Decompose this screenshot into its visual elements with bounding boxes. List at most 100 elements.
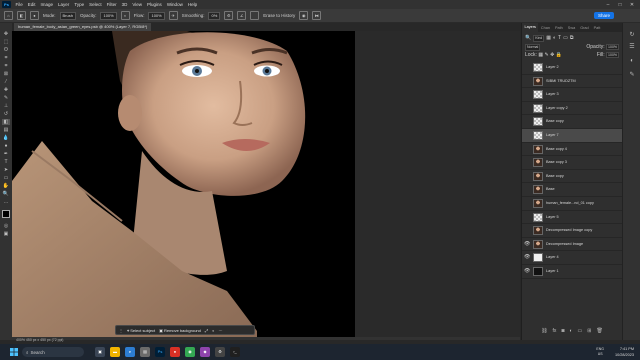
panel-tab-grad[interactable]: Grad — [578, 26, 591, 30]
layer-row[interactable]: Layer copy 2 — [522, 102, 622, 116]
smoothing-field[interactable]: 0% — [208, 11, 221, 20]
filter-adjustment-icon[interactable]: ◐ — [553, 35, 556, 41]
layer-row[interactable]: Base copy — [522, 170, 622, 184]
menu-item-3d[interactable]: 3D — [119, 2, 130, 7]
visibility-eye-icon[interactable]: 👁 — [524, 255, 530, 260]
panel-tab-patt[interactable]: Patt — [591, 26, 603, 30]
healing-brush-tool-icon[interactable]: ✚ — [2, 87, 10, 93]
panel-tab-swa[interactable]: Swa — [565, 26, 577, 30]
erase-history-checkbox[interactable] — [250, 11, 260, 20]
gradient-tool-icon[interactable]: ▤ — [2, 127, 10, 133]
layer-row[interactable]: Base copy 4 — [522, 143, 622, 157]
lock-transparent-icon[interactable]: ▦ — [538, 52, 543, 58]
share-button[interactable]: Share — [593, 12, 614, 19]
delete-layer-icon[interactable]: 🗑 — [596, 328, 602, 334]
remove-background-button[interactable]: ▣ Remove background — [159, 328, 201, 333]
brush-preset-icon[interactable]: ● — [30, 11, 39, 20]
panel-tab-layers[interactable]: Layers — [522, 23, 539, 32]
file-explorer-icon[interactable]: ▬ — [110, 347, 120, 357]
menu-item-select[interactable]: Select — [87, 2, 105, 7]
fill-field[interactable]: 100% — [606, 52, 619, 58]
app-purple-icon[interactable]: ◆ — [200, 347, 210, 357]
photoshop-taskbar-icon[interactable]: Ps — [155, 347, 165, 357]
new-group-icon[interactable]: ▭ — [578, 328, 583, 334]
layer-row[interactable]: Base — [522, 183, 622, 197]
app-red-icon[interactable]: ● — [170, 347, 180, 357]
lock-all-icon[interactable]: 🔒 — [556, 52, 562, 58]
layer-row[interactable]: Layer 3 — [522, 88, 622, 102]
marquee-tool-icon[interactable]: ⬚ — [2, 39, 10, 45]
eyedropper-tool-icon[interactable]: ⁄ — [2, 79, 10, 85]
layer-row[interactable]: Layer 2 — [522, 61, 622, 75]
menu-item-file[interactable]: File — [13, 2, 25, 7]
layer-row[interactable]: Layer 7 — [522, 128, 622, 143]
canvas-area[interactable] — [12, 31, 520, 337]
lock-pixels-icon[interactable]: ✎ — [544, 52, 548, 58]
type-tool-icon[interactable]: T — [2, 159, 10, 165]
dodge-tool-icon[interactable]: ● — [2, 143, 10, 149]
settings-gear-icon[interactable]: ⚙ — [224, 11, 234, 20]
filter-type-icon[interactable]: T — [558, 35, 561, 41]
lasso-tool-icon[interactable]: ʘ — [2, 47, 10, 53]
layer-row[interactable]: human_female...nd_01 copy — [522, 197, 622, 211]
quick-mask-icon[interactable]: ◎ — [2, 223, 10, 229]
visibility-eye-icon[interactable] — [524, 79, 530, 84]
document-tab[interactable]: human_female_body_asian_green_eyes.psb @… — [14, 23, 152, 31]
visibility-eye-icon[interactable] — [524, 174, 530, 179]
move-tool-icon[interactable]: ✥ — [2, 31, 10, 37]
path-select-tool-icon[interactable]: ➤ — [2, 167, 10, 173]
layer-row[interactable]: Base copy 3 — [522, 156, 622, 170]
screen-mode-icon[interactable]: ▣ — [2, 231, 10, 237]
app-settings-icon[interactable]: ⚙ — [215, 347, 225, 357]
flow-field[interactable]: 100% — [148, 11, 165, 20]
menu-item-filter[interactable]: Filter — [104, 2, 119, 7]
filter-kind-select[interactable]: Kind — [533, 34, 545, 42]
chrome-icon[interactable]: ◉ — [185, 347, 195, 357]
frame-tool-icon[interactable]: ⊠ — [2, 71, 10, 77]
windows-start-icon[interactable] — [10, 348, 18, 356]
pressure-opacity-icon[interactable]: ◐ — [120, 11, 130, 20]
menu-item-layer[interactable]: Layer — [56, 2, 72, 7]
menu-item-window[interactable]: Window — [164, 2, 185, 7]
visibility-eye-icon[interactable] — [524, 147, 530, 152]
mode-select[interactable]: Brush — [59, 11, 76, 20]
visibility-eye-icon[interactable] — [524, 215, 530, 220]
properties-icon[interactable]: ☰ — [628, 43, 636, 51]
visibility-eye-icon[interactable] — [524, 160, 530, 165]
visibility-eye-icon[interactable] — [524, 201, 530, 206]
layer-row[interactable]: 👁 Layer 4 — [522, 251, 622, 265]
filter-smart-icon[interactable]: ⧉ — [570, 35, 574, 41]
adjustment-icon[interactable]: ◐ — [212, 328, 214, 333]
edge-icon[interactable]: e — [125, 347, 135, 357]
hand-tool-icon[interactable]: ✋ — [2, 183, 10, 189]
transform-icon[interactable]: ⤢ — [205, 328, 208, 333]
visibility-eye-icon[interactable] — [524, 92, 530, 97]
blend-mode-select[interactable]: Normal — [525, 43, 541, 51]
home-icon[interactable]: ⌂ — [4, 11, 13, 20]
taskbar-search-box[interactable]: ⌕ Search — [22, 347, 84, 357]
maximize-icon[interactable]: □ — [614, 0, 626, 9]
foreground-color-swatch[interactable] — [2, 210, 10, 218]
pressure-size-icon[interactable]: ◉ — [299, 11, 309, 20]
history-icon[interactable]: ↻ — [628, 31, 636, 39]
adjustment-layer-icon[interactable]: ◐ — [569, 328, 572, 334]
filter-shape-icon[interactable]: ▭ — [563, 35, 568, 41]
angle-icon[interactable]: ∠ — [237, 11, 247, 20]
select-subject-button[interactable]: ⌖ Select subject — [127, 328, 155, 333]
more-options-icon[interactable]: ⋯ — [219, 328, 223, 333]
layer-row[interactable]: Base copy — [522, 115, 622, 129]
photoshop-logo-icon[interactable]: Ps — [2, 1, 11, 8]
visibility-eye-icon[interactable] — [524, 133, 530, 138]
task-view-icon[interactable]: ▣ — [95, 347, 105, 357]
close-icon[interactable]: ✕ — [626, 0, 638, 9]
drag-handle-icon[interactable]: ⋮ — [119, 328, 123, 333]
layer-row[interactable]: Layer 5 — [522, 211, 622, 225]
terminal-icon[interactable]: ›_ — [230, 347, 240, 357]
pen-tool-icon[interactable]: ✒ — [2, 151, 10, 157]
layer-row[interactable]: 👁 Layer 1 — [522, 265, 622, 279]
brush-tool-icon[interactable]: ✎ — [2, 95, 10, 101]
language-indicator[interactable]: ENG US — [596, 347, 604, 357]
crop-tool-icon[interactable]: ⌗ — [2, 63, 10, 69]
eraser-tool-icon[interactable]: ◧ — [17, 11, 26, 20]
visibility-eye-icon[interactable] — [524, 106, 530, 111]
